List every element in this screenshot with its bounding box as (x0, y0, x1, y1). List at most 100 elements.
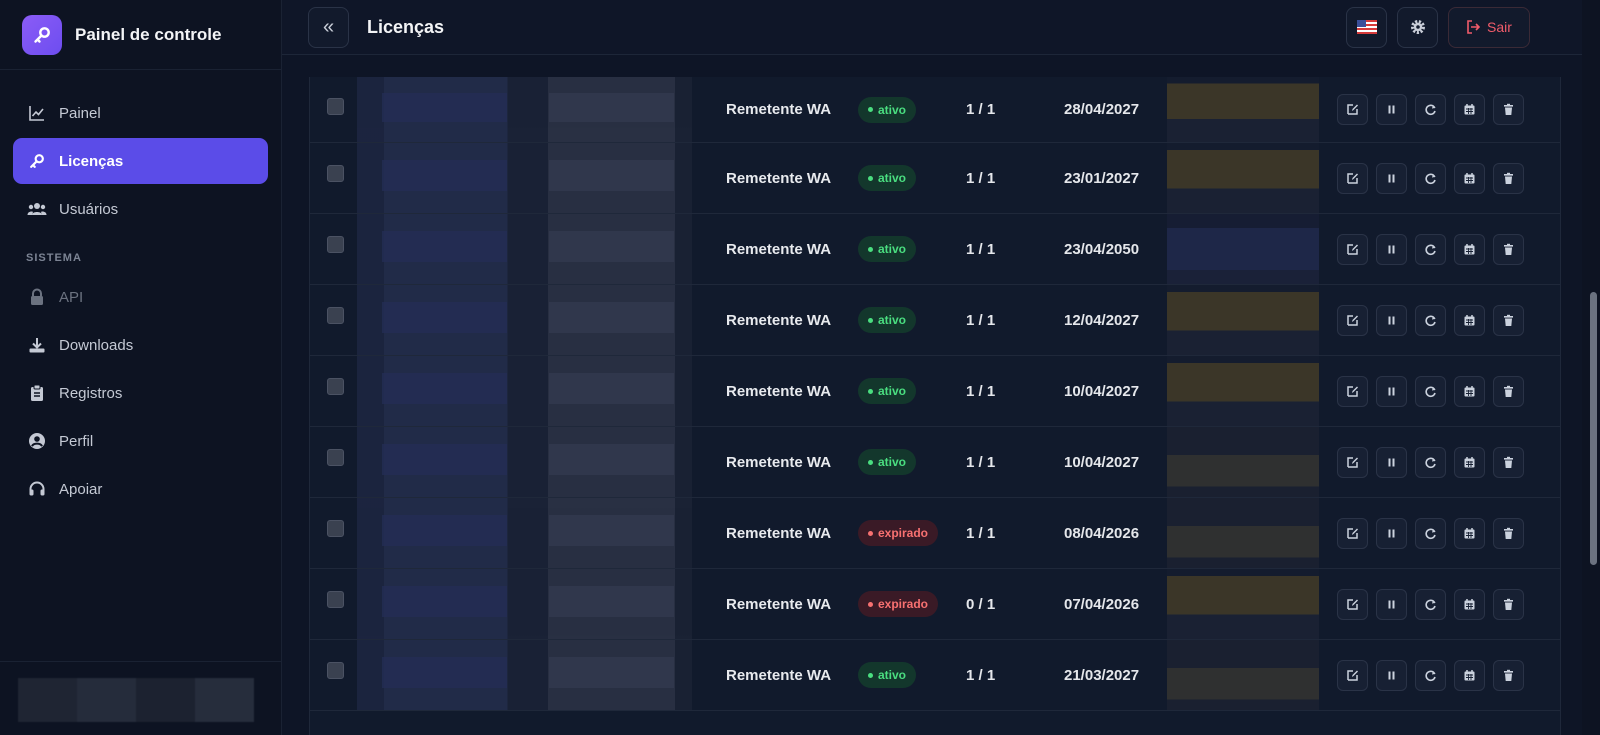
expiry-date: 23/01/2027 (1064, 169, 1140, 187)
table-row: Remetente WA ativo 1 / 1 10/04/2027 (310, 356, 1560, 427)
row-checkbox[interactable] (327, 591, 344, 608)
row-actions (1337, 446, 1532, 478)
extend-license-button[interactable] (1454, 517, 1485, 549)
sidebar-item-usuarios[interactable]: Usuários (13, 186, 268, 232)
reset-license-button[interactable] (1415, 588, 1446, 620)
row-checkbox[interactable] (327, 307, 344, 324)
license-key-redacted (357, 77, 692, 142)
delete-license-button[interactable] (1493, 517, 1524, 549)
pause-license-button[interactable] (1376, 162, 1407, 194)
edit-license-button[interactable] (1337, 304, 1368, 336)
extend-license-button[interactable] (1454, 375, 1485, 407)
edit-license-button[interactable] (1337, 446, 1368, 478)
pause-icon (1388, 316, 1395, 324)
reset-license-button[interactable] (1415, 375, 1446, 407)
extend-license-button[interactable] (1454, 588, 1485, 620)
status-label: ativo (878, 313, 907, 327)
reset-license-button[interactable] (1415, 304, 1446, 336)
sidebar-item-apoiar[interactable]: Apoiar (13, 466, 268, 512)
expiry-date: 10/04/2027 (1064, 453, 1140, 471)
device-count: 1 / 1 (966, 382, 996, 400)
pause-license-button[interactable] (1376, 375, 1407, 407)
pause-license-button[interactable] (1376, 304, 1407, 336)
settings-button[interactable] (1397, 6, 1438, 48)
edit-license-button[interactable] (1337, 162, 1368, 194)
sidebar-item-api[interactable]: API (13, 274, 268, 320)
user-info-redacted (18, 678, 254, 722)
pause-license-button[interactable] (1376, 94, 1407, 125)
delete-license-button[interactable] (1493, 162, 1524, 194)
row-checkbox[interactable] (327, 236, 344, 253)
delete-license-button[interactable] (1493, 659, 1524, 691)
delete-license-button[interactable] (1493, 94, 1524, 125)
clipboard-icon (27, 383, 47, 403)
collapse-sidebar-button[interactable]: « (308, 6, 349, 48)
row-checkbox[interactable] (327, 98, 344, 115)
double-chevron-left-icon: « (322, 15, 335, 38)
reset-license-button[interactable] (1415, 233, 1446, 265)
pause-license-button[interactable] (1376, 659, 1407, 691)
scrollbar-thumb[interactable] (1590, 292, 1597, 565)
edit-icon (1347, 456, 1358, 468)
reset-license-button[interactable] (1415, 94, 1446, 125)
extend-license-button[interactable] (1454, 304, 1485, 336)
extend-license-button[interactable] (1454, 659, 1485, 691)
edit-license-button[interactable] (1337, 659, 1368, 691)
row-checkbox[interactable] (327, 449, 344, 466)
pause-license-button[interactable] (1376, 588, 1407, 620)
language-button[interactable] (1346, 6, 1387, 48)
edit-icon (1347, 527, 1358, 539)
calendar-icon (1464, 104, 1475, 115)
delete-license-button[interactable] (1493, 446, 1524, 478)
delete-license-button[interactable] (1493, 233, 1524, 265)
sidebar-item-label: Registros (59, 384, 123, 402)
status-label: ativo (878, 455, 907, 469)
status-label: ativo (878, 668, 907, 682)
status-label: ativo (878, 171, 907, 185)
sidebar: Painel de controle Painel Licenças Usuár… (0, 0, 282, 735)
logout-button[interactable]: Sair (1448, 6, 1530, 48)
reset-license-button[interactable] (1415, 517, 1446, 549)
edit-license-button[interactable] (1337, 375, 1368, 407)
status-dot (868, 601, 873, 607)
expiry-date: 12/04/2027 (1064, 311, 1140, 329)
extend-license-button[interactable] (1454, 94, 1485, 125)
sidebar-item-downloads[interactable]: Downloads (13, 322, 268, 368)
pause-license-button[interactable] (1376, 233, 1407, 265)
edit-license-button[interactable] (1337, 517, 1368, 549)
device-count: 1 / 1 (966, 666, 996, 684)
license-key-redacted (357, 498, 692, 568)
status-dot (868, 175, 873, 181)
sidebar-item-painel[interactable]: Painel (13, 90, 268, 136)
sidebar-item-licencas[interactable]: Licenças (13, 138, 268, 184)
edit-license-button[interactable] (1337, 94, 1368, 125)
logout-icon (1467, 20, 1481, 34)
row-checkbox[interactable] (327, 520, 344, 537)
extend-license-button[interactable] (1454, 162, 1485, 194)
delete-license-button[interactable] (1493, 588, 1524, 620)
row-checkbox[interactable] (327, 165, 344, 182)
delete-license-button[interactable] (1493, 304, 1524, 336)
row-actions (1337, 304, 1532, 336)
device-count: 1 / 1 (966, 311, 996, 329)
extend-license-button[interactable] (1454, 233, 1485, 265)
sidebar-item-perfil[interactable]: Perfil (13, 418, 268, 464)
reset-license-button[interactable] (1415, 162, 1446, 194)
extend-license-button[interactable] (1454, 446, 1485, 478)
reset-license-button[interactable] (1415, 659, 1446, 691)
delete-license-button[interactable] (1493, 375, 1524, 407)
license-type: Remetente WA (726, 595, 832, 613)
sidebar-item-registros[interactable]: Registros (13, 370, 268, 416)
row-checkbox[interactable] (327, 378, 344, 395)
pause-license-button[interactable] (1376, 446, 1407, 478)
sidebar-user-footer[interactable] (0, 661, 282, 735)
page-scrollbar[interactable] (1582, 0, 1600, 735)
table-row: Remetente WA ativo 1 / 1 23/01/2027 (310, 143, 1560, 214)
status-dot (868, 459, 873, 465)
pause-license-button[interactable] (1376, 517, 1407, 549)
row-checkbox[interactable] (327, 662, 344, 679)
pause-icon (1388, 174, 1395, 182)
edit-license-button[interactable] (1337, 233, 1368, 265)
reset-license-button[interactable] (1415, 446, 1446, 478)
edit-license-button[interactable] (1337, 588, 1368, 620)
